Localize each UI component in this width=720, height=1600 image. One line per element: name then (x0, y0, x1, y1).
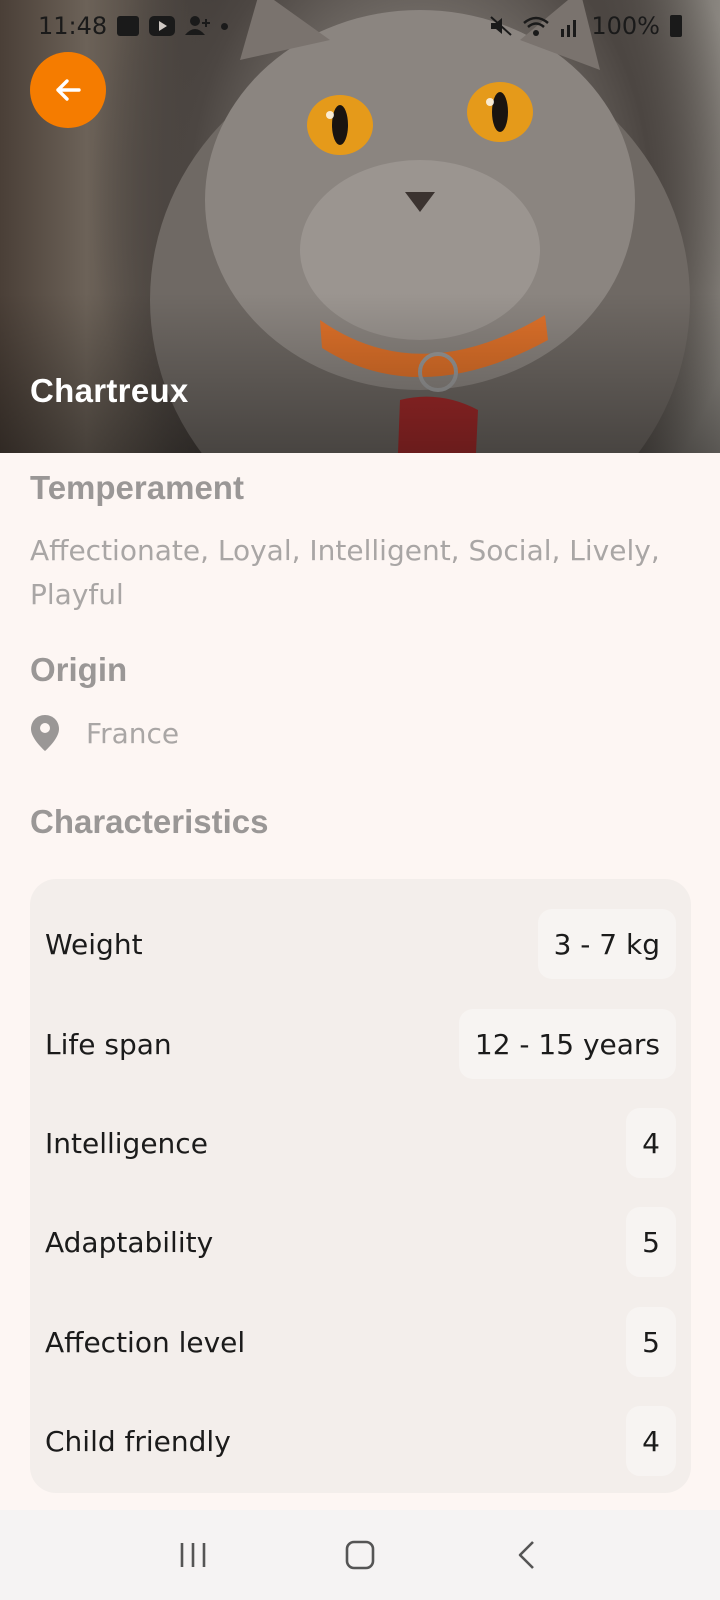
origin-row: France (30, 711, 179, 755)
characteristic-row-adaptability: Adaptability 5 (30, 1207, 691, 1277)
mute-icon (490, 16, 513, 36)
temperament-text: Affectionate, Loyal, Intelligent, Social… (30, 534, 660, 611)
location-pin-icon (31, 715, 59, 751)
back-nav-button[interactable] (487, 1525, 567, 1585)
contact-notification-icon (185, 16, 211, 35)
origin-heading: Origin (30, 651, 128, 688)
recent-apps-icon (181, 1543, 206, 1567)
characteristic-label: Weight (45, 927, 143, 961)
more-notifications-dot-icon (221, 22, 229, 30)
temperament-heading: Temperament (30, 469, 244, 506)
characteristic-label: Intelligence (45, 1126, 208, 1160)
status-bar: 11:48 100% (0, 0, 720, 52)
signal-icon (561, 20, 577, 37)
characteristic-value: 3 - 7 kg (537, 909, 676, 979)
battery-icon (670, 15, 682, 37)
characteristics-card: Weight 3 - 7 kg Life span 12 - 15 years … (30, 879, 691, 1493)
chevron-left-icon (518, 1541, 534, 1569)
battery-percent: 100% (591, 12, 660, 40)
characteristic-label: Life span (45, 1027, 172, 1061)
recent-apps-button[interactable] (153, 1525, 233, 1585)
home-icon (345, 1540, 375, 1570)
characteristic-label: Adaptability (45, 1225, 214, 1259)
back-button[interactable] (30, 52, 106, 128)
characteristic-value: 4 (626, 1108, 676, 1178)
hero-image: 11:48 100% Chartreux (0, 0, 720, 453)
characteristic-row-child-friendly: Child friendly 4 (30, 1406, 691, 1476)
status-time: 11:48 (38, 12, 108, 40)
status-right: 100% (489, 12, 682, 40)
origin-country: France (86, 716, 180, 750)
breed-title: Chartreux (30, 372, 189, 409)
characteristic-label: Affection level (45, 1325, 246, 1359)
characteristic-row-weight: Weight 3 - 7 kg (30, 909, 691, 979)
gallery-notification-icon (117, 16, 140, 36)
home-button[interactable] (320, 1525, 400, 1585)
characteristics-heading: Characteristics (30, 803, 269, 840)
characteristic-value: 4 (626, 1406, 676, 1476)
characteristic-value: 5 (626, 1307, 676, 1377)
characteristic-value: 12 - 15 years (458, 1009, 676, 1079)
characteristic-row-life-span: Life span 12 - 15 years (30, 1009, 691, 1079)
system-nav-bar (0, 1510, 720, 1600)
characteristic-label: Child friendly (45, 1424, 231, 1458)
status-left: 11:48 (38, 12, 229, 40)
arrow-left-icon (56, 79, 81, 101)
characteristic-value: 5 (626, 1207, 676, 1277)
characteristic-row-intelligence: Intelligence 4 (30, 1108, 691, 1178)
wifi-icon (523, 16, 550, 36)
youtube-notification-icon (149, 16, 176, 36)
characteristic-row-affection-level: Affection level 5 (30, 1307, 691, 1377)
